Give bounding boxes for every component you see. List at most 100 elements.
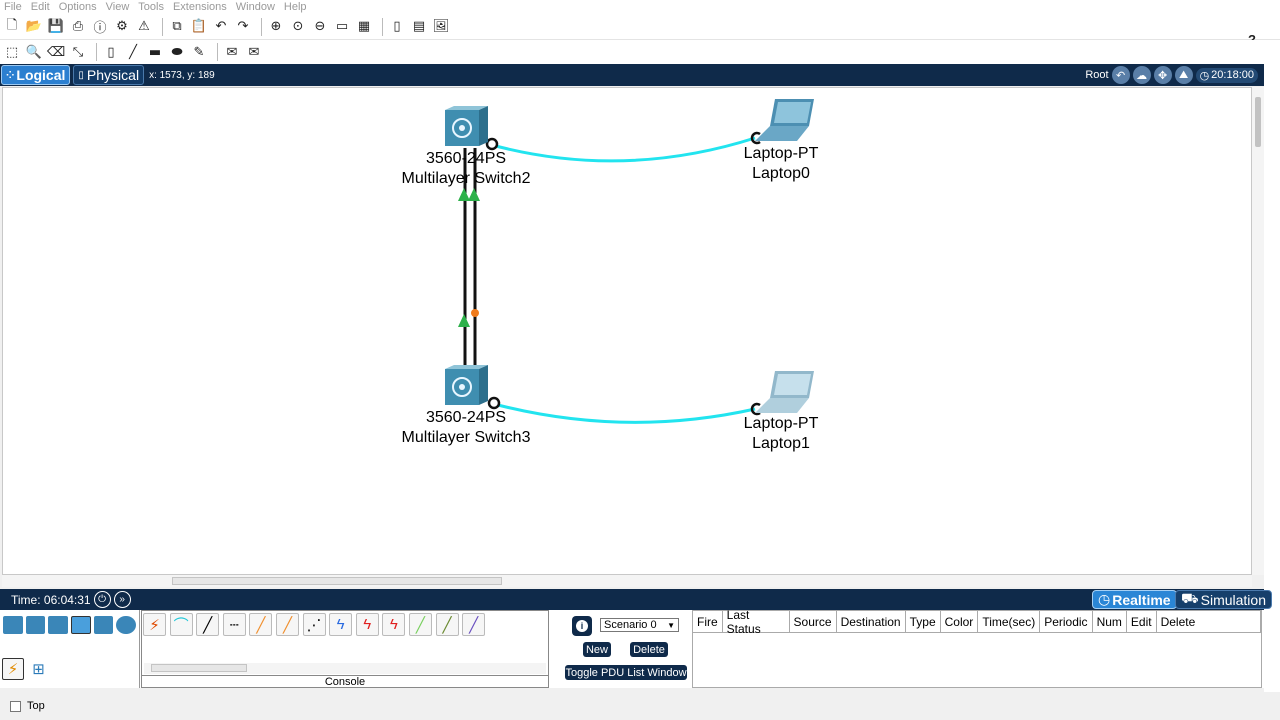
device-label-switch3[interactable]: 3560-24PS Multilayer Switch3 [391,408,541,448]
scenario-info-button[interactable]: i [572,616,592,636]
delete-scenario-button[interactable]: Delete [630,642,668,657]
usb-cable-icon[interactable]: ╱ [435,613,459,636]
back-icon[interactable]: ↶ [1111,66,1130,84]
tab-physical[interactable]: ▯ Physical [73,65,145,85]
scroll-thumb[interactable] [1255,97,1261,147]
menu-file[interactable]: File [4,1,22,13]
resize-icon[interactable]: ⤡ [69,43,87,61]
select-icon[interactable]: ⬚ [3,43,21,61]
scroll-thumb[interactable] [172,577,502,585]
inspect-icon[interactable]: 🔍 [25,43,43,61]
freeform-icon[interactable]: ✎ [190,43,208,61]
zoom-reset-icon[interactable]: ⊙ [289,18,307,36]
simulation-mode-button[interactable]: ⛟ Simulation [1175,590,1272,609]
new-scenario-button[interactable]: New [583,642,611,657]
menu-help[interactable]: Help [284,1,307,13]
canvas-horizontal-scrollbar[interactable] [2,575,1252,587]
col-source[interactable]: Source [790,611,837,632]
menu-view[interactable]: View [106,1,130,13]
col-fire[interactable]: Fire [693,611,723,632]
top-checkbox[interactable] [10,700,21,712]
tab-logical[interactable]: ⁘ Logical [1,65,71,85]
activity-wizard-icon[interactable]: ⚠ [135,18,153,36]
components-icon[interactable] [48,616,68,634]
complex-pdu-icon[interactable]: ✉ [245,43,263,61]
power-cycle-icon[interactable]: ⏻ [93,591,111,608]
zoom-out-icon[interactable]: ⊖ [311,18,329,36]
line-icon[interactable]: ╱ [124,43,142,61]
col-edit[interactable]: Edit [1127,611,1157,632]
octal-cable-icon[interactable]: ϟ [382,613,406,636]
toggle-pdu-list-button[interactable]: Toggle PDU List Window [565,665,687,680]
wireless-cable-icon[interactable]: ╱ [462,613,486,636]
note-icon[interactable]: ▯ [102,43,120,61]
device-label-laptop0[interactable]: Laptop-PT Laptop0 [731,144,831,184]
zoom-in-icon[interactable]: ⊕ [267,18,285,36]
menu-extensions[interactable]: Extensions [173,1,227,13]
open-folder-icon[interactable]: 📂 [25,18,43,36]
serial-dte-icon[interactable]: ϟ [355,613,379,636]
print-icon[interactable]: ⎙ [69,18,87,36]
console-cable-icon[interactable]: ⌒ [169,613,193,636]
iot-custom-cable-icon[interactable]: ╱ [408,613,432,636]
serial-dce-icon[interactable]: ϟ [329,613,353,636]
canvas-vertical-scrollbar[interactable] [1252,87,1264,575]
draw-palette-icon[interactable]: ▭ [333,18,351,36]
multilayer-switch-icon[interactable] [445,106,488,146]
menu-options[interactable]: Options [59,1,97,13]
multiuser-icon[interactable] [116,616,136,634]
laptop-icon[interactable] [755,99,814,141]
redo-icon[interactable]: ↷ [234,18,252,36]
fiber-icon[interactable]: ╱ [249,613,273,636]
col-color[interactable]: Color [941,611,979,632]
realtime-mode-button[interactable]: ◷ Realtime [1092,590,1177,609]
coaxial-cable-icon[interactable]: ⋰ [302,613,326,636]
network-devices-icon[interactable] [3,616,23,634]
col-delete[interactable]: Delete [1157,611,1261,632]
info-icon[interactable]: ⓘ [91,18,109,36]
delete-icon[interactable]: ⌫ [47,43,65,61]
scenario-select[interactable]: Scenario 0 ▼ [600,618,679,632]
device-label-laptop1[interactable]: Laptop-PT Laptop1 [731,414,831,454]
copper-straight-icon[interactable]: ╱ [196,613,220,636]
grid-icon[interactable]: ⊞ [27,658,50,680]
logical-workspace[interactable]: 3560-24PS Multilayer Switch2 3560-24PS M… [2,87,1252,575]
menu-tools[interactable]: Tools [138,1,164,13]
col-time[interactable]: Time(sec) [978,611,1041,632]
misc-icon[interactable] [93,616,114,634]
copper-cross-icon[interactable]: ┄ [222,613,246,636]
wizard-icon[interactable]: ⚙ [113,18,131,36]
end-devices-icon[interactable] [25,616,46,634]
new-file-icon[interactable]: 🗋 [3,18,21,36]
cluster-icon[interactable]: ☁ [1132,66,1151,84]
col-periodic[interactable]: Periodic [1040,611,1093,632]
connections-lightning-icon[interactable]: ⚡ [2,658,24,680]
auto-cable-icon[interactable]: ⚡ [143,613,166,636]
menu-edit[interactable]: Edit [31,1,50,13]
ellipse-icon[interactable]: ⬬ [168,43,186,61]
pdu-icon[interactable]: ▯ [388,18,406,36]
image-icon[interactable]: 🖼 [432,18,450,36]
paste-icon[interactable]: 📋 [190,18,208,36]
col-num[interactable]: Num [1093,611,1127,632]
undo-icon[interactable]: ↶ [212,18,230,36]
custom-device-icon[interactable]: ▦ [355,18,373,36]
device-label-switch2[interactable]: 3560-24PS Multilayer Switch2 [391,149,541,189]
col-destination[interactable]: Destination [837,611,906,632]
network-info-icon[interactable]: ▤ [410,18,428,36]
col-type[interactable]: Type [906,611,941,632]
phone-cable-icon[interactable]: ╱ [275,613,299,636]
rectangle-icon[interactable]: ▬ [146,43,164,61]
col-last-status[interactable]: Last Status [723,608,790,636]
move-icon[interactable]: ✥ [1153,66,1172,84]
simple-pdu-icon[interactable]: ✉ [223,43,241,61]
connections-icon[interactable] [70,616,91,634]
laptop-icon[interactable] [755,371,814,413]
scroll-thumb[interactable] [151,664,247,672]
multilayer-switch-icon[interactable] [445,365,488,405]
fast-forward-icon[interactable]: » [113,591,131,608]
save-icon[interactable]: 💾 [47,18,65,36]
cable-panel-scrollbar[interactable] [144,663,546,674]
viewport-icon[interactable]: ⛰ [1174,66,1193,84]
copy-icon[interactable]: ⧉ [168,18,186,36]
